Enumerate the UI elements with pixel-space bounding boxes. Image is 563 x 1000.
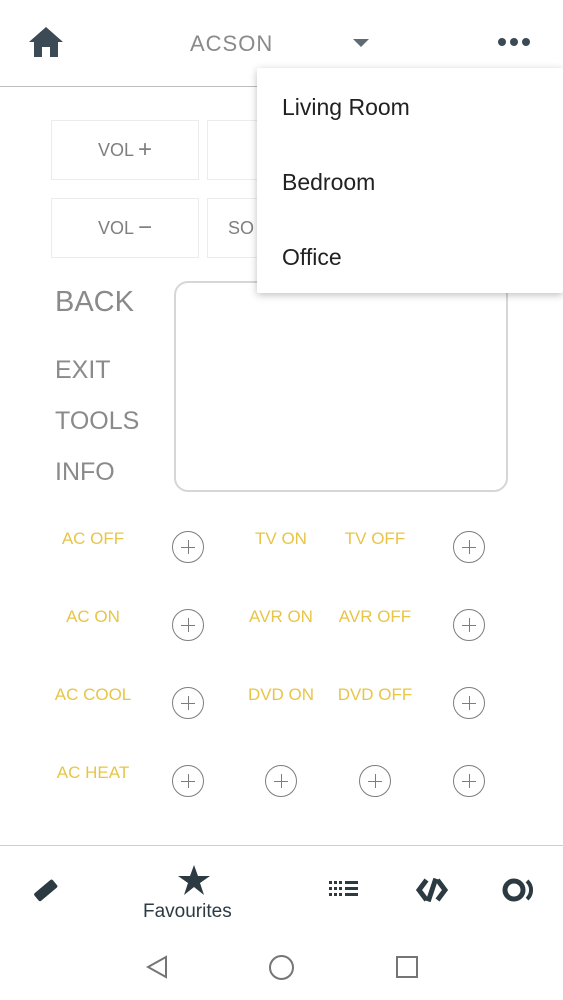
tools-button[interactable]: TOOLS <box>55 407 139 436</box>
nav-recents-icon[interactable] <box>396 956 418 978</box>
add-icon[interactable] <box>453 765 485 797</box>
fav-ac-off[interactable]: AC OFF <box>48 529 138 549</box>
chevron-down-icon[interactable] <box>353 39 369 47</box>
add-icon[interactable] <box>453 687 485 719</box>
tabbar-divider <box>0 845 563 846</box>
vol-up-label: VOL <box>97 139 134 160</box>
fav-avr-off[interactable]: AVR OFF <box>330 607 420 627</box>
exit-button[interactable]: EXIT <box>55 356 111 385</box>
vol-down-button[interactable]: VOL − <box>51 198 199 258</box>
activity-icon[interactable] <box>502 876 536 904</box>
fav-dvd-off[interactable]: DVD OFF <box>330 685 420 705</box>
grid-list-icon[interactable] <box>329 879 359 899</box>
device-title[interactable]: ACSON <box>190 31 273 57</box>
tab-favourites-label[interactable]: Favourites <box>143 901 232 923</box>
vol-down-label: VOL <box>97 217 134 238</box>
room-menu: Living Room Bedroom Office <box>257 68 563 293</box>
add-icon[interactable] <box>359 765 391 797</box>
nav-home-icon[interactable] <box>269 955 294 980</box>
star-icon[interactable] <box>177 864 211 896</box>
back-button[interactable]: BACK <box>55 286 134 319</box>
info-button[interactable]: INFO <box>55 458 115 487</box>
minus-sign: − <box>138 214 153 241</box>
vol-up-button[interactable]: VOL + <box>51 120 199 180</box>
menu-item-office[interactable]: Office <box>282 244 342 271</box>
add-icon[interactable] <box>453 531 485 563</box>
add-icon[interactable] <box>265 765 297 797</box>
fav-tv-on[interactable]: TV ON <box>236 529 326 549</box>
add-icon[interactable] <box>172 609 204 641</box>
home-icon[interactable] <box>27 24 65 60</box>
plus-sign: + <box>138 136 153 163</box>
fav-ac-heat[interactable]: AC HEAT <box>48 763 138 783</box>
add-icon[interactable] <box>172 765 204 797</box>
fav-tv-off[interactable]: TV OFF <box>330 529 420 549</box>
nav-back-icon[interactable] <box>146 955 168 979</box>
source-label: SO <box>228 217 255 238</box>
add-icon[interactable] <box>172 687 204 719</box>
remote-icon[interactable] <box>30 876 60 906</box>
add-icon[interactable] <box>172 531 204 563</box>
touchpad[interactable] <box>174 281 508 492</box>
fav-dvd-on[interactable]: DVD ON <box>236 685 326 705</box>
fav-ac-cool[interactable]: AC COOL <box>48 685 138 705</box>
menu-item-bedroom[interactable]: Bedroom <box>282 169 375 196</box>
fav-ac-on[interactable]: AC ON <box>48 607 138 627</box>
code-icon[interactable] <box>416 876 448 904</box>
fav-avr-on[interactable]: AVR ON <box>236 607 326 627</box>
add-icon[interactable] <box>453 609 485 641</box>
more-icon[interactable] <box>498 38 534 48</box>
menu-item-living-room[interactable]: Living Room <box>282 94 410 121</box>
